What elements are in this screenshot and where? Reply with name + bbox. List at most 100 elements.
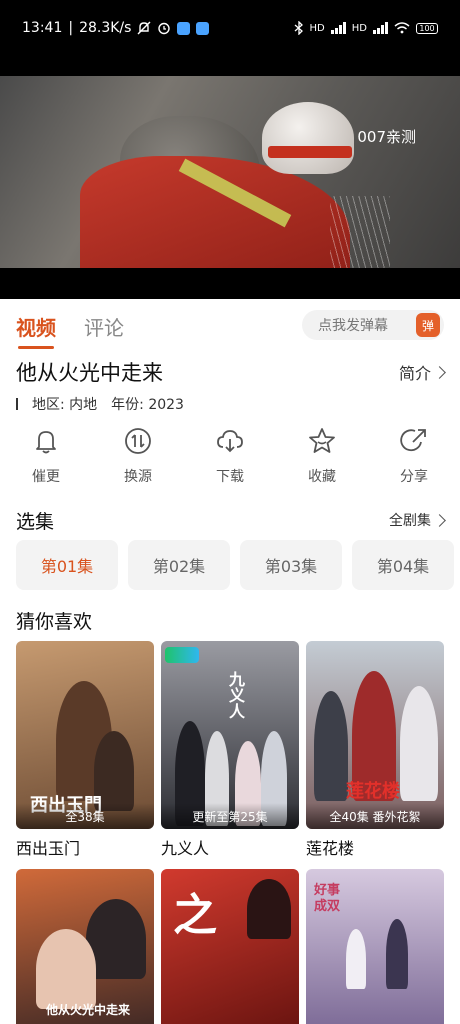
poster-figure	[400, 686, 438, 801]
download-button[interactable]: 下载	[200, 426, 260, 496]
recommend-header: 猜你喜欢	[16, 606, 444, 634]
chevron-right-icon	[433, 365, 446, 379]
urge-update-button[interactable]: 催更	[16, 426, 76, 496]
all-episodes-label: 全剧集	[389, 513, 431, 529]
switch-source-icon	[125, 428, 151, 454]
danmu-placeholder: 点我发弹幕	[318, 318, 388, 334]
share-button[interactable]: 分享	[384, 426, 444, 496]
video-helmet-band	[268, 146, 352, 158]
intro-label: 简介	[398, 364, 431, 383]
tab-video[interactable]: 视频	[16, 312, 56, 349]
recommend-title: 猜你喜欢	[16, 610, 93, 633]
video-sparks	[330, 196, 390, 268]
share-icon	[400, 429, 426, 452]
poster-figure	[314, 691, 348, 801]
episode-list: 第01集 第02集 第03集 第04集	[16, 540, 460, 590]
platform-badge	[165, 647, 199, 663]
recommend-grid: 西出玉門 全38集 西出玉门 九义人 更新至第25集 九义人 莲花楼 全40集 …	[16, 641, 444, 1024]
signal-icon-2	[373, 22, 388, 34]
action-label: 换源	[124, 469, 152, 485]
poster-logo: 他从火光中走来	[46, 1003, 131, 1017]
status-left: 13:41 | 28.3K/s	[22, 20, 210, 36]
recommend-card[interactable]: 好事成双	[306, 869, 444, 1024]
poster-caption-text: 全40集 番外花絮	[329, 810, 421, 824]
action-label: 催更	[32, 469, 60, 485]
episode-button[interactable]: 第01集	[16, 540, 118, 590]
poster-caption: 更新至第25集	[161, 803, 299, 829]
all-episodes-button[interactable]: 全剧集	[389, 510, 446, 530]
poster-logo: 莲花楼	[346, 781, 400, 802]
card-title: 九义人	[161, 839, 210, 858]
status-time: 13:41	[22, 20, 63, 36]
poster-image: 之	[161, 869, 299, 1024]
danmu-button-label: 弹	[421, 318, 434, 333]
action-label: 收藏	[308, 469, 336, 485]
tab-comments[interactable]: 评论	[84, 312, 124, 341]
mute-icon	[137, 21, 151, 35]
poster-logo: 好事成双	[314, 883, 341, 914]
poster-figure	[346, 929, 366, 989]
region-label: 地区: 内地	[32, 397, 98, 413]
app-notification-icon-2	[196, 21, 210, 35]
poster-figure	[247, 879, 291, 939]
poster-logo: 九义人	[226, 671, 245, 719]
recommend-card[interactable]: 西出玉門 全38集 西出玉门	[16, 641, 154, 858]
action-bar: 催更 换源 下载 收藏 分享	[16, 426, 444, 496]
poster-caption-text: 全38集	[65, 810, 105, 824]
status-bar: 13:41 | 28.3K/s HD HD 100	[0, 0, 460, 56]
poster-image: 九义人 更新至第25集	[161, 641, 299, 829]
card-title: 莲花楼	[306, 839, 355, 858]
meta-divider	[16, 398, 18, 410]
episode-button[interactable]: 第03集	[240, 540, 342, 590]
action-label: 分享	[400, 469, 428, 485]
battery-icon: 100	[416, 22, 438, 34]
star-icon	[309, 428, 335, 453]
episodes-title: 选集	[16, 510, 55, 533]
title-row: 他从火光中走来 简介	[16, 356, 446, 388]
status-separator: |	[68, 20, 74, 36]
switch-source-button[interactable]: 换源	[108, 426, 168, 496]
favorite-button[interactable]: 收藏	[292, 426, 352, 496]
poster-image: 他从火光中走来	[16, 869, 154, 1024]
poster-image: 西出玉門 全38集	[16, 641, 154, 829]
poster-image: 莲花楼 全40集 番外花絮	[306, 641, 444, 829]
episode-button[interactable]: 第04集	[352, 540, 454, 590]
status-right: HD HD 100	[294, 21, 438, 35]
episodes-header: 选集 全剧集	[16, 506, 446, 534]
danmu-input[interactable]: 点我发弹幕 弹	[302, 310, 444, 340]
danmu-send-button[interactable]: 弹	[416, 313, 440, 337]
download-icon	[217, 430, 243, 453]
poster-caption: 全38集	[16, 803, 154, 829]
status-net-speed: 28.3K/s	[79, 20, 132, 36]
recommend-card[interactable]: 莲花楼 全40集 番外花絮 莲花楼	[306, 641, 444, 858]
bell-icon	[36, 431, 56, 454]
show-meta: 地区: 内地 年份: 2023	[16, 394, 184, 414]
video-watermark: 007亲测	[357, 128, 416, 146]
recommend-card[interactable]: 之	[161, 869, 299, 1024]
content-tabs: 视频 评论 点我发弹幕 弹	[0, 300, 460, 352]
poster-figure	[36, 929, 96, 1009]
chevron-right-icon	[433, 513, 446, 527]
video-player[interactable]: 007亲测	[0, 56, 460, 299]
signal-icon-1	[330, 22, 346, 34]
poster-caption-text: 更新至第25集	[192, 810, 268, 824]
year-label: 年份: 2023	[111, 397, 184, 413]
poster-logo: 之	[173, 890, 217, 941]
recommend-card[interactable]: 九义人 更新至第25集 九义人	[161, 641, 299, 858]
wifi-icon	[394, 22, 410, 34]
episode-button[interactable]: 第02集	[128, 540, 230, 590]
recommend-card[interactable]: 他从火光中走来	[16, 869, 154, 1024]
video-frame	[0, 76, 460, 268]
hd-label-1: HD	[309, 22, 325, 34]
app-notification-icon	[177, 21, 191, 35]
intro-button[interactable]: 简介	[398, 360, 446, 384]
card-title: 西出玉门	[16, 839, 81, 858]
show-title: 他从火光中走来	[16, 361, 163, 385]
bluetooth-icon	[294, 21, 304, 35]
poster-figure	[386, 919, 408, 989]
video-helmet	[262, 102, 354, 174]
alarm-icon	[157, 21, 171, 35]
hd-label-2: HD	[351, 22, 367, 34]
poster-image: 好事成双	[306, 869, 444, 1024]
battery-level: 100	[419, 23, 435, 33]
